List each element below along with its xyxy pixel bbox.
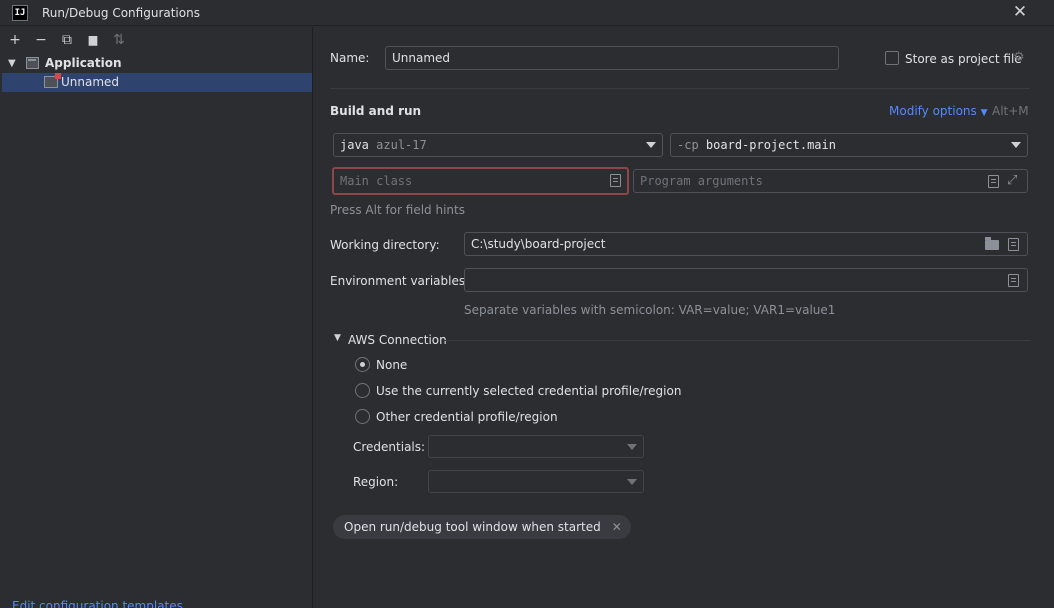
open-tool-window-chip[interactable]: Open run/debug tool window when started … [333, 515, 631, 539]
tree-item-unnamed[interactable]: Unnamed [2, 73, 312, 92]
modify-options-link[interactable]: Modify options ▼ [889, 104, 988, 118]
name-label: Name: [330, 51, 370, 65]
working-directory-value: C:\study\board-project [471, 237, 606, 251]
tree-item-label: Unnamed [61, 75, 120, 89]
store-as-project-file-label: Store as project file [905, 52, 1022, 66]
sort-icon[interactable]: ⇅ [110, 31, 128, 49]
copy-icon[interactable]: ⧉ [58, 31, 76, 49]
environment-variables-label: Environment variables: [330, 274, 470, 288]
jdk-select[interactable]: java azul-17 [333, 133, 663, 157]
edit-icon[interactable] [1008, 274, 1019, 287]
working-directory-label: Working directory: [330, 238, 440, 252]
edit-templates-link[interactable]: Edit configuration templates... [12, 599, 194, 608]
store-as-project-file-checkbox[interactable] [885, 51, 899, 65]
divider [444, 340, 1030, 341]
folder-icon[interactable]: ▆ [84, 31, 102, 49]
jdk-prefix: java [340, 138, 369, 152]
classpath-select[interactable]: -cp board-project.main [670, 133, 1028, 157]
environment-variables-hint: Separate variables with semicolon: VAR=v… [464, 303, 836, 317]
browse-icon[interactable] [610, 174, 621, 187]
configurations-tree: ▼ Application Unnamed [2, 54, 312, 92]
window-title: Run/Debug Configurations [42, 6, 200, 20]
program-arguments-input[interactable]: Program arguments ⤢ [633, 169, 1028, 193]
field-hint: Press Alt for field hints [330, 203, 465, 217]
gear-icon[interactable]: ⚙ [1013, 50, 1025, 65]
configurations-sidebar: + − ⧉ ▆ ⇅ ▼ Application Unnamed Edit con… [0, 27, 313, 608]
tree-group-application[interactable]: ▼ Application [2, 54, 312, 73]
application-icon [26, 57, 39, 69]
credentials-select[interactable] [428, 435, 644, 458]
intellij-app-icon: IJ [12, 5, 28, 21]
remove-icon[interactable]: − [32, 31, 50, 49]
working-directory-input[interactable]: C:\study\board-project [464, 232, 1028, 256]
region-select[interactable] [428, 470, 644, 493]
aws-none-label: None [376, 358, 408, 372]
tree-group-label: Application [45, 56, 122, 70]
close-icon[interactable]: ✕ [1010, 2, 1030, 22]
edit-icon[interactable] [1008, 238, 1019, 251]
aws-other-profile-label: Other credential profile/region [376, 410, 558, 424]
edit-icon[interactable] [988, 175, 999, 188]
classpath-module: board-project.main [705, 138, 836, 152]
folder-icon[interactable] [985, 237, 999, 250]
modify-options-label: Modify options [889, 104, 977, 118]
title-bar: IJ Run/Debug Configurations ✕ [0, 0, 1054, 26]
chevron-down-icon [627, 479, 637, 485]
credentials-label: Credentials: [353, 440, 426, 454]
add-icon[interactable]: + [6, 31, 24, 49]
aws-current-profile-radio[interactable] [355, 383, 370, 398]
aws-current-profile-label: Use the currently selected credential pr… [376, 384, 682, 398]
program-arguments-placeholder: Program arguments [640, 174, 763, 188]
aws-connection-title: AWS Connection [348, 333, 447, 347]
main-class-input[interactable]: Main class [332, 167, 629, 195]
name-input[interactable]: Unnamed [385, 46, 839, 70]
aws-none-radio[interactable] [355, 357, 370, 372]
run-configuration-icon [44, 73, 61, 88]
modify-options-shortcut: Alt+M [992, 104, 1029, 118]
chevron-down-icon: ▼ [980, 108, 988, 118]
expand-icon[interactable]: ⤢ [1007, 173, 1021, 189]
chevron-down-icon[interactable]: ▼ [334, 333, 341, 343]
chevron-down-icon [646, 142, 656, 148]
environment-variables-input[interactable] [464, 268, 1028, 292]
close-icon[interactable]: ✕ [612, 515, 622, 539]
configuration-editor: Name: Unnamed Store as project file ⚙ Bu… [314, 27, 1054, 608]
chevron-down-icon [1011, 142, 1021, 148]
open-tool-window-label: Open run/debug tool window when started [344, 520, 601, 534]
chevron-down-icon[interactable]: ▼ [8, 54, 16, 73]
aws-other-profile-radio[interactable] [355, 409, 370, 424]
main-class-placeholder: Main class [340, 174, 413, 188]
build-and-run-title: Build and run [330, 104, 422, 118]
classpath-prefix: -cp [677, 138, 699, 152]
jdk-version: azul-17 [376, 138, 427, 152]
chevron-down-icon [627, 444, 637, 450]
region-label: Region: [353, 475, 399, 489]
divider [330, 88, 1030, 89]
